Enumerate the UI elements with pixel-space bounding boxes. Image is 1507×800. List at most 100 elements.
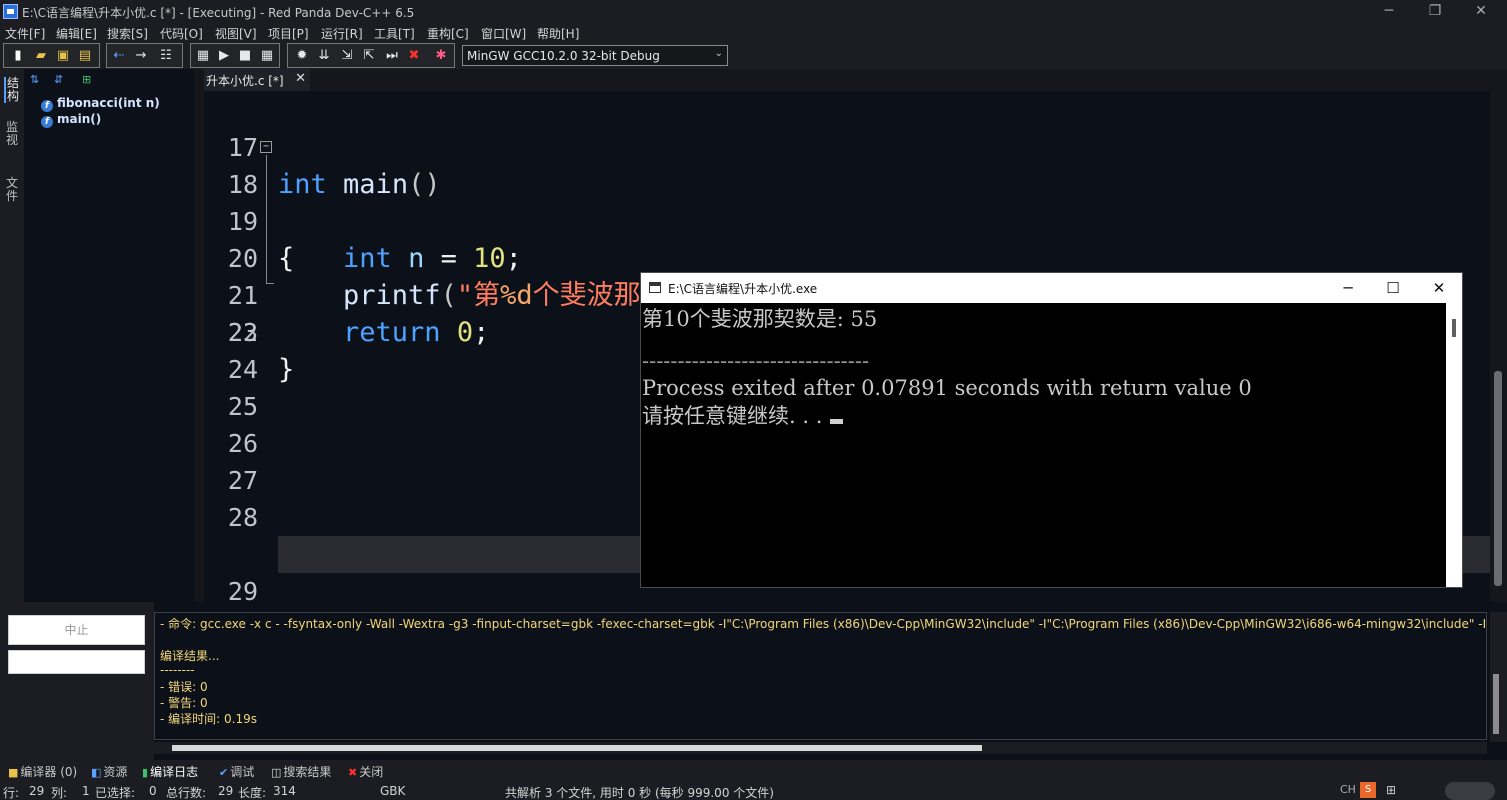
sort-type-icon[interactable]: ⇅ (30, 73, 39, 86)
console-minimize-button[interactable]: ─ (1333, 276, 1363, 300)
run-icon[interactable]: ▶ (216, 48, 232, 64)
log-line: - 命令: gcc.exe -x c - -fsyntax-only -Wall… (160, 617, 1487, 631)
show-inherited-icon[interactable]: ⊞ (82, 73, 91, 86)
tab-resources[interactable]: ◧ 资源 (91, 763, 127, 780)
tab-source-file[interactable]: 升本小优.c [*] ✕ (204, 69, 310, 91)
log-line: 编译结果... (160, 649, 220, 663)
class-browser: ⇅ ⇵ ⊞ f fibonacci(int n) f main() (24, 69, 194, 602)
tray-app-icon[interactable]: S (1360, 782, 1376, 798)
menu-run[interactable]: 运行[R] (321, 25, 363, 42)
class-item-fibonacci[interactable]: f fibonacci(int n) (41, 96, 160, 112)
status-length-label: 长度: (238, 786, 267, 800)
debug-check-icon: ✔ (219, 766, 229, 779)
minimize-button[interactable]: ─ (1366, 0, 1412, 23)
class-item-label: main() (57, 112, 102, 126)
save-all-icon[interactable]: ▤ (77, 48, 93, 64)
menu-bar: 文件[F] 编辑[E] 搜索[S] 代码[O] 视图[V] 项目[P] 运行[R… (0, 23, 1507, 42)
scrollbar-thumb[interactable] (172, 745, 982, 751)
menu-refactor[interactable]: 重构[C] (427, 25, 469, 42)
status-sel-label: 已选择: (95, 786, 136, 800)
menu-view[interactable]: 视图[V] (215, 25, 257, 42)
stop-icon[interactable]: ■ (237, 48, 253, 64)
menu-search[interactable]: 搜索[S] (107, 25, 148, 42)
restore-button[interactable]: ❐ (1412, 0, 1458, 23)
status-total-value: 29 (218, 784, 234, 798)
menu-file[interactable]: 文件[F] (5, 25, 45, 42)
tab-watch-label: 监视 (5, 120, 18, 147)
compile-log[interactable]: - 命令: gcc.exe -x c - -fsyntax-only -Wall… (154, 612, 1487, 740)
search-icon: ◫ (271, 766, 282, 779)
compile-run-icon[interactable]: ▦ (259, 48, 275, 64)
forward-icon[interactable]: → (133, 48, 149, 64)
debug-icon[interactable]: ✹ (294, 48, 310, 64)
tray-grid-icon[interactable]: ⊞ (1386, 783, 1396, 797)
breakpoint-icon[interactable]: ✱ (433, 48, 449, 64)
save-icon[interactable]: ▣ (55, 48, 71, 64)
tab-close-panel[interactable]: ✖ 关闭 (348, 763, 383, 780)
tab-files-label: 文件 (5, 176, 18, 203)
code-line: 19 int n = 10; (204, 166, 1490, 274)
fold-toggle-icon[interactable]: − (260, 141, 272, 153)
log-line: -------- (160, 663, 195, 677)
tab-search-results[interactable]: ◫ 搜索结果 (271, 763, 331, 780)
close-button[interactable]: ✕ (1458, 0, 1504, 23)
step-out-icon[interactable]: ⇱ (361, 48, 377, 64)
log-vertical-scrollbar[interactable] (1490, 612, 1507, 742)
class-item-main[interactable]: f main() (41, 112, 101, 128)
scrollbar-thumb[interactable] (1494, 371, 1502, 586)
stop-compile-button[interactable]: 中止 (8, 615, 145, 645)
function-icon: f (41, 116, 53, 128)
continue-icon[interactable]: ⏭ (384, 48, 400, 64)
scrollbar-thumb[interactable] (1452, 319, 1456, 337)
status-total-label: 总行数: (166, 786, 207, 800)
menu-code[interactable]: 代码[O] (160, 25, 203, 42)
compiler-select[interactable]: MinGW GCC10.2.0 32-bit Debug ⌄ (462, 45, 728, 66)
panel-splitter[interactable] (194, 69, 204, 602)
sort-alpha-icon[interactable]: ⇵ (54, 73, 63, 86)
tab-compiler[interactable]: ■ 编译器 (0) (8, 763, 77, 780)
console-output[interactable]: 第10个斐波那契数是: 55 -------------------------… (641, 303, 1446, 587)
new-file-icon[interactable]: ▮ (10, 48, 26, 64)
menu-window[interactable]: 窗口[W] (481, 25, 526, 42)
function-icon: f (41, 100, 53, 112)
stop-debug-icon[interactable]: ✖ (406, 48, 422, 64)
tab-compile-log[interactable]: ▮ 编译日志 (142, 763, 198, 780)
console-close-button[interactable]: ✕ (1424, 276, 1454, 300)
console-scrollbar[interactable] (1446, 303, 1462, 587)
step-into-icon[interactable]: ⇲ (339, 48, 355, 64)
status-encoding[interactable]: GBK (380, 784, 405, 798)
console-app-icon (649, 282, 661, 293)
log-line: - 编译时间: 0.19s (160, 712, 257, 726)
code-line: 18 − { (204, 129, 1490, 274)
tab-structure[interactable]: 结构 (4, 77, 20, 103)
open-file-icon[interactable]: ▰ (33, 48, 49, 64)
console-maximize-button[interactable]: ☐ (1378, 276, 1408, 300)
menu-edit[interactable]: 编辑[E] (56, 25, 97, 42)
tab-source-file-label: 升本小优.c [*] (206, 74, 284, 88)
close-tab-icon[interactable]: ✕ (295, 71, 306, 86)
resources-icon: ◧ (91, 766, 102, 779)
code-line: 17 int main() (204, 92, 1490, 200)
line-number: 27 (227, 466, 258, 495)
menu-project[interactable]: 项目[P] (268, 25, 309, 42)
step-over-icon[interactable]: ⇊ (316, 48, 332, 64)
console-window[interactable]: E:\C语言编程\升本小优.exe ─ ☐ ✕ 第10个斐波那契数是: 55 -… (640, 272, 1463, 588)
tab-files[interactable]: 文件 (4, 177, 20, 203)
tab-compile-log-label: 编译日志 (150, 765, 199, 779)
class-item-label: fibonacci(int n) (57, 96, 160, 110)
back-icon[interactable]: ⇠ (111, 48, 127, 64)
tab-watch[interactable]: 监视 (4, 121, 20, 147)
tab-debug[interactable]: ✔ 调试 (219, 763, 254, 780)
line-number: 25 (227, 392, 258, 421)
menu-tools[interactable]: 工具[T] (374, 25, 415, 42)
log-horizontal-scrollbar[interactable] (154, 742, 1487, 754)
status-parse-info: 共解析 3 个文件, 用时 0 秒 (每秒 999.00 个文件) (505, 786, 774, 800)
menu-help[interactable]: 帮助[H] (537, 25, 579, 42)
format-icon[interactable]: ☷ (158, 48, 174, 64)
compile-icon[interactable]: ▦ (195, 48, 211, 64)
status-length-value: 314 (273, 784, 296, 798)
ime-indicator[interactable]: CH (1340, 783, 1356, 796)
scrollbar-thumb[interactable] (1493, 674, 1499, 734)
editor-vertical-scrollbar[interactable] (1490, 91, 1507, 602)
console-title-bar[interactable]: E:\C语言编程\升本小优.exe ─ ☐ ✕ (641, 273, 1462, 303)
